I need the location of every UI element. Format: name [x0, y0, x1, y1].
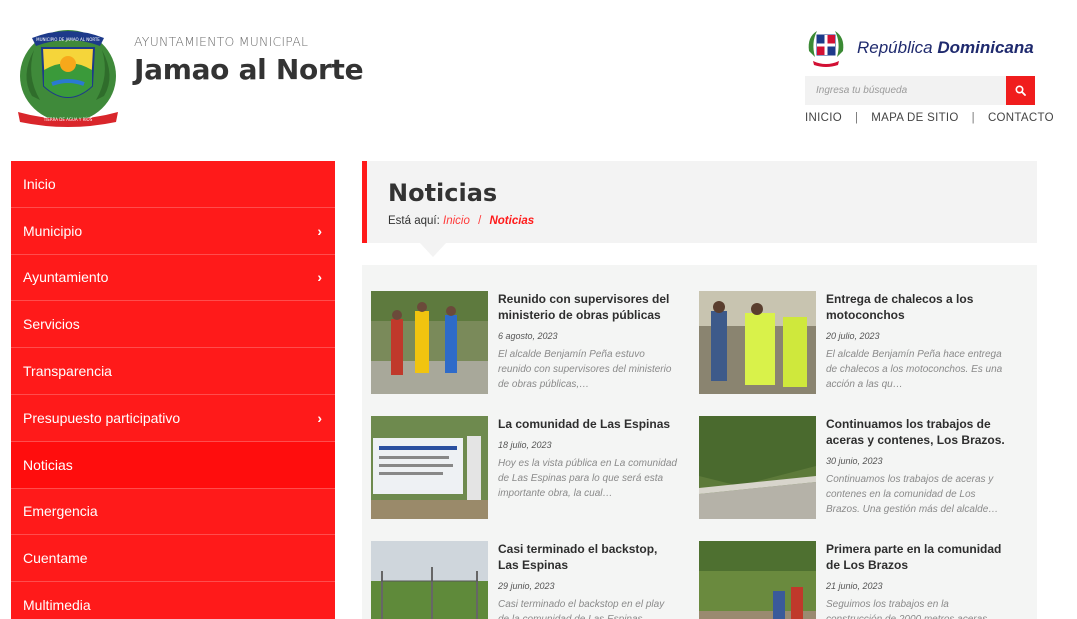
- news-text: Entrega de chalecos a los motoconchos 20…: [826, 291, 1006, 392]
- news-thumbnail[interactable]: [371, 541, 488, 619]
- page-header: Noticias Está aquí: Inicio / Noticias: [362, 161, 1037, 243]
- municipal-logo[interactable]: MUNICIPIO DE JAMAO AL NORTE TIERRA DE AG…: [12, 26, 124, 130]
- news-excerpt: Casi terminado el backstop en el play de…: [498, 599, 665, 619]
- sidebar-item-label: Servicios: [23, 316, 80, 333]
- news-date: 30 junio, 2023: [826, 456, 883, 466]
- news-text: La comunidad de Las Espinas 18 julio, 20…: [498, 416, 678, 501]
- sidebar-item-label: Presupuesto participativo: [23, 409, 181, 426]
- news-excerpt: Hoy es la vista pública en La comunidad …: [498, 458, 677, 499]
- site-subtitle: AYUNTAMIENTO MUNICIPAL: [134, 34, 309, 49]
- page: MUNICIPIO DE JAMAO AL NORTE TIERRA DE AG…: [0, 0, 1077, 619]
- breadcrumb-separator: /: [478, 215, 482, 227]
- breadcrumb-prefix: Está aquí:: [388, 215, 440, 227]
- news-thumbnail[interactable]: [371, 291, 488, 394]
- sidebar-item-label: Inicio: [23, 175, 56, 192]
- sidebar-item-label: Noticias: [23, 456, 73, 473]
- chevron-right-icon[interactable]: ›: [317, 223, 322, 239]
- header-pointer: [420, 243, 446, 257]
- news-title[interactable]: Primera parte en la comunidad de Los Bra…: [826, 541, 1006, 573]
- news-item[interactable]: Casi terminado el backstop, Las Espinas …: [371, 541, 691, 619]
- sidebar-item-noticias[interactable]: Noticias: [11, 441, 335, 489]
- news-excerpt: El alcalde Benjamín Peña estuvo reunido …: [498, 349, 672, 390]
- news-item[interactable]: Reunido con supervisores del ministerio …: [371, 291, 691, 396]
- sidebar-item-transparencia[interactable]: Transparencia: [11, 348, 335, 395]
- news-item[interactable]: La comunidad de Las Espinas 18 julio, 20…: [371, 416, 691, 521]
- search-button[interactable]: [1006, 76, 1035, 105]
- search-input[interactable]: [805, 76, 1006, 105]
- sidebar-item-label: Transparencia: [23, 363, 112, 380]
- breadcrumb: Está aquí: Inicio / Noticias: [388, 215, 534, 227]
- nav-mapa-de-sitio[interactable]: MAPA DE SITIO: [871, 112, 958, 124]
- sidebar-item-presupuesto-participativo[interactable]: Presupuesto participativo ›: [11, 395, 335, 442]
- news-thumbnail[interactable]: [371, 416, 488, 519]
- news-text: Primera parte en la comunidad de Los Bra…: [826, 541, 1006, 619]
- svg-text:TIERRA DE AGUA Y RÍOS: TIERRA DE AGUA Y RÍOS: [43, 117, 93, 122]
- news-text: Continuamos los trabajos de aceras y con…: [826, 416, 1006, 517]
- sidebar-item-label: Municipio: [23, 222, 83, 239]
- news-text: Casi terminado el backstop, Las Espinas …: [498, 541, 678, 619]
- sidebar-item-label: Multimedia: [23, 597, 91, 614]
- rd-brand-regular: República: [857, 38, 933, 57]
- breadcrumb-current: Noticias: [489, 215, 535, 227]
- news-list: Reunido con supervisores del ministerio …: [362, 265, 1037, 619]
- sidebar-item-multimedia[interactable]: Multimedia: [11, 582, 335, 619]
- news-thumbnail[interactable]: [699, 541, 816, 619]
- top-nav: INICIO | MAPA DE SITIO | CONTACTO: [805, 112, 1054, 124]
- sidebar-item-label: Emergencia: [23, 503, 98, 520]
- news-title[interactable]: La comunidad de Las Espinas: [498, 416, 678, 432]
- rd-brand-bold: Dominicana: [937, 38, 1034, 57]
- news-excerpt: Continuamos los trabajos de aceras y con…: [826, 474, 999, 515]
- news-date: 6 agosto, 2023: [498, 331, 558, 341]
- site-title[interactable]: Jamao al Norte: [134, 53, 364, 86]
- search-bar: [805, 76, 1035, 105]
- chevron-right-icon[interactable]: ›: [317, 269, 322, 285]
- page-title: Noticias: [388, 179, 498, 207]
- news-excerpt: El alcalde Benjamín Peña hace entrega de…: [826, 349, 1003, 390]
- sidebar-menu: Inicio Municipio › Ayuntamiento › Servicio…: [11, 161, 335, 619]
- sidebar-item-cuentame[interactable]: Cuentame: [11, 535, 335, 583]
- news-item[interactable]: Primera parte en la comunidad de Los Bra…: [699, 541, 1019, 619]
- sidebar-item-ayuntamiento[interactable]: Ayuntamiento ›: [11, 255, 335, 302]
- news-date: 29 junio, 2023: [498, 581, 555, 591]
- news-title[interactable]: Casi terminado el backstop, Las Espinas: [498, 541, 678, 573]
- coat-of-arms-icon: [808, 31, 844, 67]
- news-item[interactable]: Continuamos los trabajos de aceras y con…: [699, 416, 1019, 521]
- sidebar-item-inicio[interactable]: Inicio: [11, 161, 335, 208]
- chevron-right-icon[interactable]: ›: [317, 410, 322, 426]
- sidebar-item-servicios[interactable]: Servicios: [11, 301, 335, 349]
- sidebar-item-emergencia[interactable]: Emergencia: [11, 489, 335, 536]
- news-text: Reunido con supervisores del ministerio …: [498, 291, 678, 392]
- breadcrumb-home-link[interactable]: Inicio: [443, 215, 470, 227]
- news-excerpt: Seguimos los trabajos en la construcción…: [826, 599, 997, 619]
- news-date: 20 julio, 2023: [826, 331, 880, 341]
- nav-separator: |: [971, 112, 975, 124]
- nav-contacto[interactable]: CONTACTO: [988, 112, 1054, 124]
- news-title[interactable]: Reunido con supervisores del ministerio …: [498, 291, 678, 323]
- republica-dominicana-brand[interactable]: República Dominicana: [857, 38, 1034, 58]
- news-date: 21 junio, 2023: [826, 581, 883, 591]
- news-date: 18 julio, 2023: [498, 440, 552, 450]
- sidebar-item-municipio[interactable]: Municipio ›: [11, 208, 335, 255]
- sidebar-item-label: Cuentame: [23, 550, 88, 567]
- news-title[interactable]: Continuamos los trabajos de aceras y con…: [826, 416, 1006, 448]
- svg-text:MUNICIPIO DE JAMAO AL NORTE: MUNICIPIO DE JAMAO AL NORTE: [36, 37, 100, 42]
- news-item[interactable]: Entrega de chalecos a los motoconchos 20…: [699, 291, 1019, 396]
- nav-inicio[interactable]: INICIO: [805, 112, 842, 124]
- sidebar-item-label: Ayuntamiento: [23, 269, 109, 286]
- nav-separator: |: [854, 112, 859, 124]
- news-thumbnail[interactable]: [699, 291, 816, 394]
- news-title[interactable]: Entrega de chalecos a los motoconchos: [826, 291, 1006, 323]
- news-thumbnail[interactable]: [699, 416, 816, 519]
- search-icon: [1015, 85, 1026, 96]
